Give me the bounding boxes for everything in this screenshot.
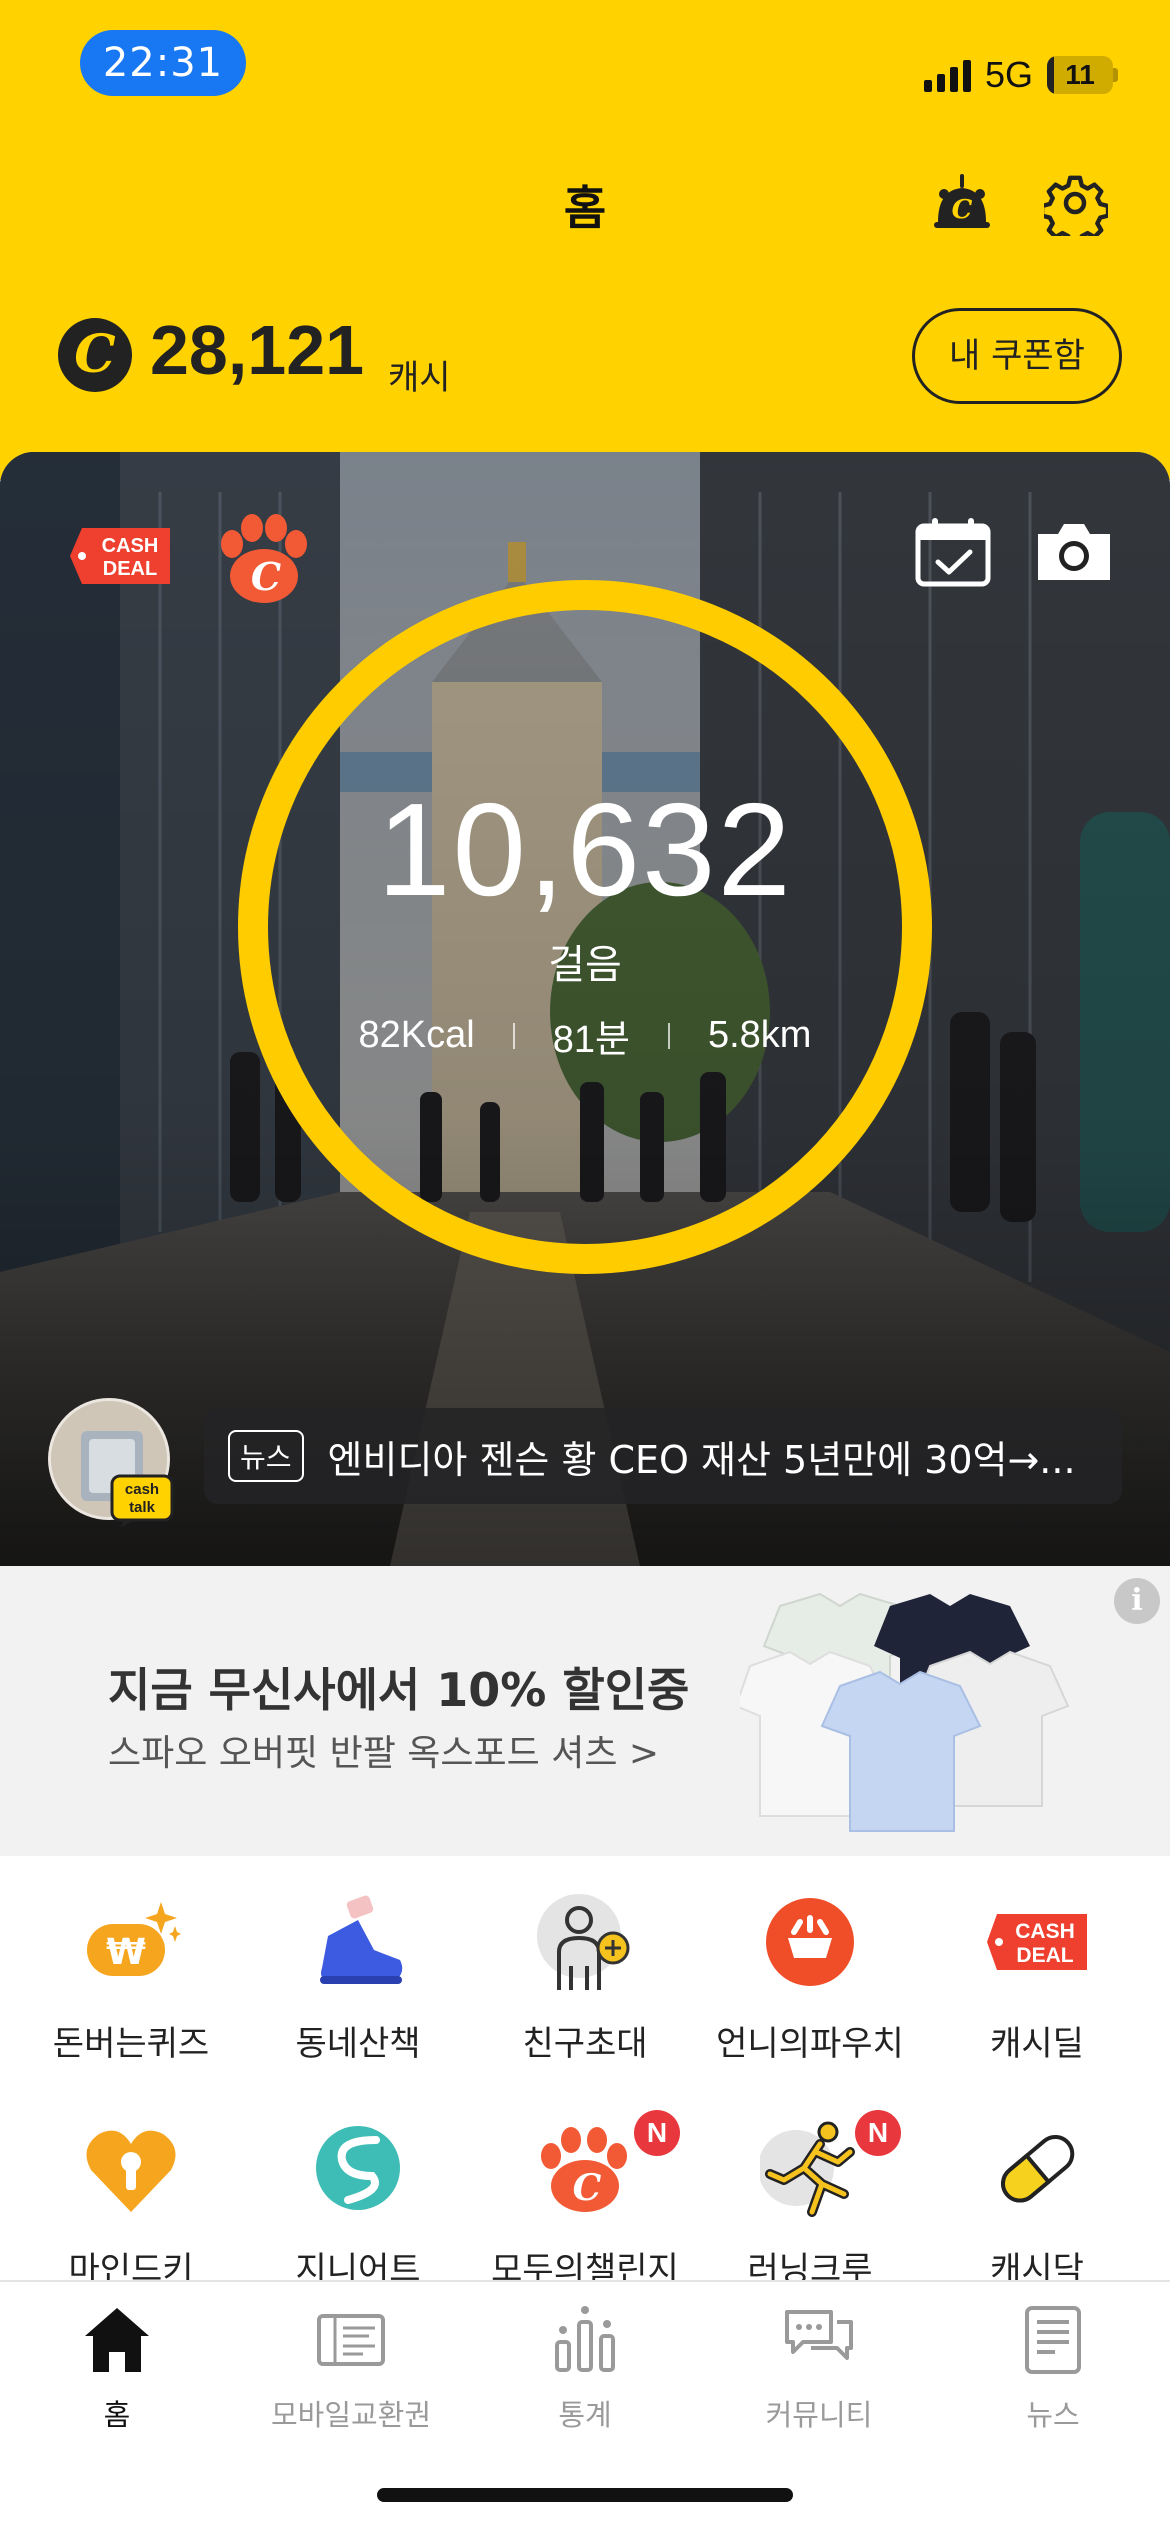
metric-divider	[667, 1022, 670, 1049]
news-icon	[1025, 2306, 1081, 2374]
cash-unit: 캐시	[388, 358, 451, 398]
my-coupons-button[interactable]: 내 쿠폰함	[912, 308, 1122, 404]
svg-text:talk: talk	[129, 1499, 156, 1516]
cashdeal-icon: CASH DEAL	[987, 1914, 1087, 1970]
step-count-label: 걸음	[548, 942, 622, 988]
menu-label: 모두의챌린지	[491, 2250, 679, 2280]
walk-metrics: 82Kcal 81분 5.8km	[0, 1008, 1170, 1063]
tab-home[interactable]: 홈	[0, 2302, 234, 2434]
network-type: 5G	[984, 54, 1033, 95]
page-title: 홈	[563, 181, 607, 235]
step-counter-hero: CASH DEAL C 10,632 걸음 82Kcal 81분 5.8km c…	[0, 452, 1170, 1566]
svg-text:₩: ₩	[106, 1932, 146, 1973]
news-headline: 엔비디아 젠슨 황 CEO 재산 5년만에 30억→...	[327, 1437, 1076, 1482]
tab-label: 홈	[103, 2398, 131, 2432]
svg-text:DEAL: DEAL	[103, 558, 157, 580]
new-badge: N	[634, 2110, 680, 2156]
step-progress-ring[interactable]	[238, 580, 932, 1274]
invite-friend-icon	[537, 1894, 630, 1990]
distance-value: 5.8km	[707, 1014, 812, 1056]
menu-item-challenge[interactable]: C N 모두의챌린지	[472, 2110, 698, 2280]
heart-lock-icon	[86, 2130, 176, 2212]
battery-cap	[1113, 68, 1118, 82]
menu-label: 캐시닥	[990, 2250, 1084, 2280]
gift-voucher-icon	[317, 2314, 385, 2366]
calories-value: 82Kcal	[358, 1014, 475, 1056]
signal-icon	[923, 58, 971, 92]
pill-icon	[1001, 2134, 1075, 2203]
tab-label: 모바일교환권	[270, 2398, 432, 2432]
svg-text:C: C	[952, 195, 973, 225]
status-indicators: 5G 11	[923, 50, 1118, 100]
menu-label: 돈버는퀴즈	[52, 2024, 210, 2064]
ad-banner[interactable]: i 지금 무신사에서 10% 할인중 스파오 오버핏 반팔 옥스포드 셔츠 >	[0, 1566, 1170, 1856]
pet-coin-icon[interactable]: C	[930, 172, 994, 236]
menu-label: 언니의파우치	[716, 2024, 904, 2064]
menu-item-genieat[interactable]: 지니어트	[245, 2118, 471, 2280]
tab-community[interactable]: 커뮤니티	[702, 2302, 936, 2434]
tab-label: 통계	[558, 2398, 612, 2432]
svg-text:cash: cash	[125, 1481, 159, 1498]
tab-statistics[interactable]: 통계	[468, 2302, 702, 2434]
paw-challenge-icon: C	[541, 2127, 627, 2212]
ad-subtitle-link[interactable]: 스파오 오버핏 반팔 옥스포드 셔츠 >	[108, 1724, 659, 1776]
tab-mobile-voucher[interactable]: 모바일교환권	[234, 2302, 468, 2434]
sneaker-icon	[320, 1895, 403, 1984]
svg-text:C: C	[573, 2167, 602, 2209]
menu-label: 러닝크루	[747, 2250, 873, 2280]
menu-item-running-crew[interactable]: N 러닝크루	[697, 2110, 923, 2280]
ad-title: 지금 무신사에서 10% 할인중	[108, 1663, 690, 1717]
ad-shirts-image	[740, 1592, 1070, 1832]
shortcut-menu-grid: ₩ 돈버는퀴즈 동네산책 친구초대 언니의파우치 CASH DEAL 캐시딜 마…	[0, 1856, 1170, 2280]
menu-item-cashdeal[interactable]: CASH DEAL 캐시딜	[924, 1892, 1150, 2065]
duration-value: 81분	[552, 1019, 630, 1061]
menu-label: 지니어트	[295, 2250, 421, 2280]
svg-text:DEAL: DEAL	[1016, 1944, 1073, 1967]
menu-item-invite-friend[interactable]: 친구초대	[472, 1892, 698, 2065]
status-time-pill: 22:31	[80, 30, 246, 96]
news-tag: 뉴스	[228, 1430, 304, 1482]
home-indicator	[377, 2488, 793, 2502]
pouch-icon	[766, 1898, 854, 1986]
news-ticker[interactable]: 뉴스 엔비디아 젠슨 황 CEO 재산 5년만에 30억→...	[204, 1408, 1122, 1504]
menu-item-money-quiz[interactable]: ₩ 돈버는퀴즈	[18, 1892, 244, 2065]
step-count: 10,632	[377, 776, 793, 923]
svg-text:C: C	[251, 554, 281, 599]
cashtalk-badge-icon: cash talk	[110, 1474, 174, 1528]
battery-level: 11	[1065, 59, 1095, 90]
metric-divider	[512, 1022, 515, 1049]
battery-fill	[1047, 56, 1055, 94]
calendar-check-icon[interactable]	[914, 516, 992, 588]
cashdeal-shortcut-icon[interactable]: CASH DEAL	[70, 528, 170, 584]
svg-text:CASH: CASH	[102, 535, 159, 557]
menu-item-pouch[interactable]: 언니의파우치	[697, 1892, 923, 2065]
menu-label: 마인드키	[68, 2250, 194, 2280]
community-icon	[785, 2310, 853, 2360]
tab-news[interactable]: 뉴스	[936, 2302, 1170, 2434]
s-logo-icon	[316, 2126, 400, 2210]
menu-item-cashdoc[interactable]: 캐시닥	[924, 2118, 1150, 2280]
menu-item-neighborhood-walk[interactable]: 동네산책	[245, 1892, 471, 2065]
new-badge: N	[855, 2110, 901, 2156]
menu-label: 친구초대	[522, 2024, 648, 2064]
menu-item-mindkey[interactable]: 마인드키	[18, 2118, 244, 2280]
paw-icon[interactable]: C	[216, 514, 312, 604]
top-header: 22:31 5G 11 홈 C C 28,121 캐시 내 쿠폰함	[0, 0, 1170, 480]
gear-icon[interactable]	[1044, 172, 1108, 236]
cash-coin-icon: C	[58, 318, 132, 392]
menu-label: 캐시딜	[990, 2024, 1084, 2064]
tab-label: 뉴스	[1026, 2398, 1080, 2432]
battery-icon: 11	[1047, 56, 1113, 94]
camera-icon[interactable]	[1034, 518, 1114, 584]
home-icon	[85, 2308, 149, 2372]
ad-info-icon[interactable]: i	[1114, 1578, 1160, 1624]
tab-label: 커뮤니티	[765, 2398, 873, 2432]
statistics-icon	[555, 2306, 615, 2372]
quiz-coin-icon: ₩	[87, 1902, 181, 1976]
runner-icon	[758, 2121, 855, 2217]
svg-text:CASH: CASH	[1015, 1920, 1075, 1943]
cash-amount: 28,121	[150, 311, 365, 389]
menu-label: 동네산책	[295, 2024, 421, 2064]
